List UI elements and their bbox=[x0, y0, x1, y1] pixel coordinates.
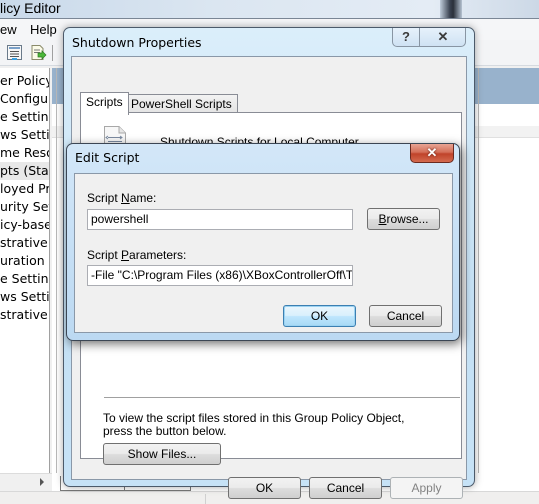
browse-button[interactable]: Browse... bbox=[367, 208, 440, 230]
export-list-icon[interactable] bbox=[30, 44, 47, 61]
tree-item[interactable]: e Settings bbox=[0, 270, 49, 288]
script-parameters-input[interactable]: -File "C:\Program Files (x86)\XBoxContro… bbox=[87, 265, 353, 286]
accelerator-key: B bbox=[378, 212, 387, 226]
dialog-title: Edit Script bbox=[75, 150, 140, 165]
tree-item-selected[interactable]: pts (Startu bbox=[0, 162, 49, 180]
ok-button[interactable]: OK bbox=[228, 477, 301, 499]
tree-item[interactable]: Configura bbox=[0, 90, 49, 108]
tab-scripts[interactable]: Scripts bbox=[80, 92, 129, 115]
label-text: arameters: bbox=[129, 248, 187, 262]
titlebar-decoration bbox=[440, 0, 462, 18]
divider bbox=[104, 397, 460, 398]
tree-item[interactable]: urity Settin bbox=[0, 198, 49, 216]
edit-script-dialog: Edit Script ✕ Script Name: powershell Br… bbox=[66, 143, 460, 341]
pane-divider bbox=[56, 68, 57, 473]
close-icon: ✕ bbox=[426, 145, 438, 160]
show-files-button[interactable]: Show Files... bbox=[103, 443, 221, 465]
tree-item[interactable]: me Resolu bbox=[0, 144, 49, 162]
accelerator-key: N bbox=[121, 191, 130, 205]
close-button[interactable]: ✕ bbox=[420, 28, 466, 46]
cancel-button[interactable]: Cancel bbox=[309, 477, 382, 499]
dialog-title: Shutdown Properties bbox=[72, 35, 202, 50]
apply-button[interactable]: Apply bbox=[390, 477, 463, 499]
close-icon: ✕ bbox=[437, 29, 449, 44]
background-window-title: licy Editor bbox=[0, 0, 61, 16]
button-label: rowse... bbox=[386, 212, 429, 226]
scroll-right-arrow-icon[interactable] bbox=[40, 478, 44, 486]
ok-button[interactable]: OK bbox=[283, 305, 356, 327]
caption-buttons: ? ✕ bbox=[392, 28, 466, 47]
properties-list-icon[interactable] bbox=[6, 44, 23, 61]
tree-item[interactable]: strative Te bbox=[0, 234, 49, 252]
tree-item[interactable]: e Settings bbox=[0, 108, 49, 126]
tree-item[interactable]: icy-based bbox=[0, 216, 49, 234]
label-text: Script bbox=[87, 248, 122, 262]
tree-item[interactable]: uration bbox=[0, 252, 45, 270]
show-files-description: To view the script files stored in this … bbox=[103, 411, 405, 438]
script-name-input[interactable]: powershell bbox=[87, 209, 353, 230]
close-button[interactable]: ✕ bbox=[410, 144, 454, 163]
label-text: ame: bbox=[129, 191, 157, 205]
dialog-client-area: Script Name: powershell Browse... Script… bbox=[74, 173, 453, 333]
script-parameters-label: Script Parameters: bbox=[87, 248, 186, 262]
navigation-tree[interactable]: er Policy Configura e Settings ws Settin… bbox=[0, 68, 50, 473]
tree-item[interactable]: strative Te bbox=[0, 306, 49, 324]
tree-item[interactable]: ws Setting bbox=[0, 288, 49, 306]
tree-item[interactable]: loyed Prir bbox=[0, 180, 49, 198]
background-window-titlebar: licy Editor bbox=[0, 0, 539, 18]
cancel-button[interactable]: Cancel bbox=[369, 305, 442, 327]
tree-item[interactable]: ws Setting bbox=[0, 126, 49, 144]
help-button[interactable]: ? bbox=[393, 28, 420, 46]
accelerator-key: P bbox=[121, 248, 130, 262]
toolbar-separator bbox=[52, 45, 53, 61]
tree-item[interactable]: er Policy bbox=[0, 72, 49, 90]
script-name-label: Script Name: bbox=[87, 191, 156, 205]
help-icon: ? bbox=[402, 29, 410, 44]
label-text: Script bbox=[87, 191, 122, 205]
tab-powershell-scripts[interactable]: PowerShell Scripts bbox=[125, 94, 238, 114]
menu-help[interactable]: Help bbox=[30, 22, 57, 37]
pane-divider bbox=[478, 68, 479, 473]
status-separator bbox=[205, 494, 206, 504]
menu-view[interactable]: ew bbox=[0, 22, 17, 37]
